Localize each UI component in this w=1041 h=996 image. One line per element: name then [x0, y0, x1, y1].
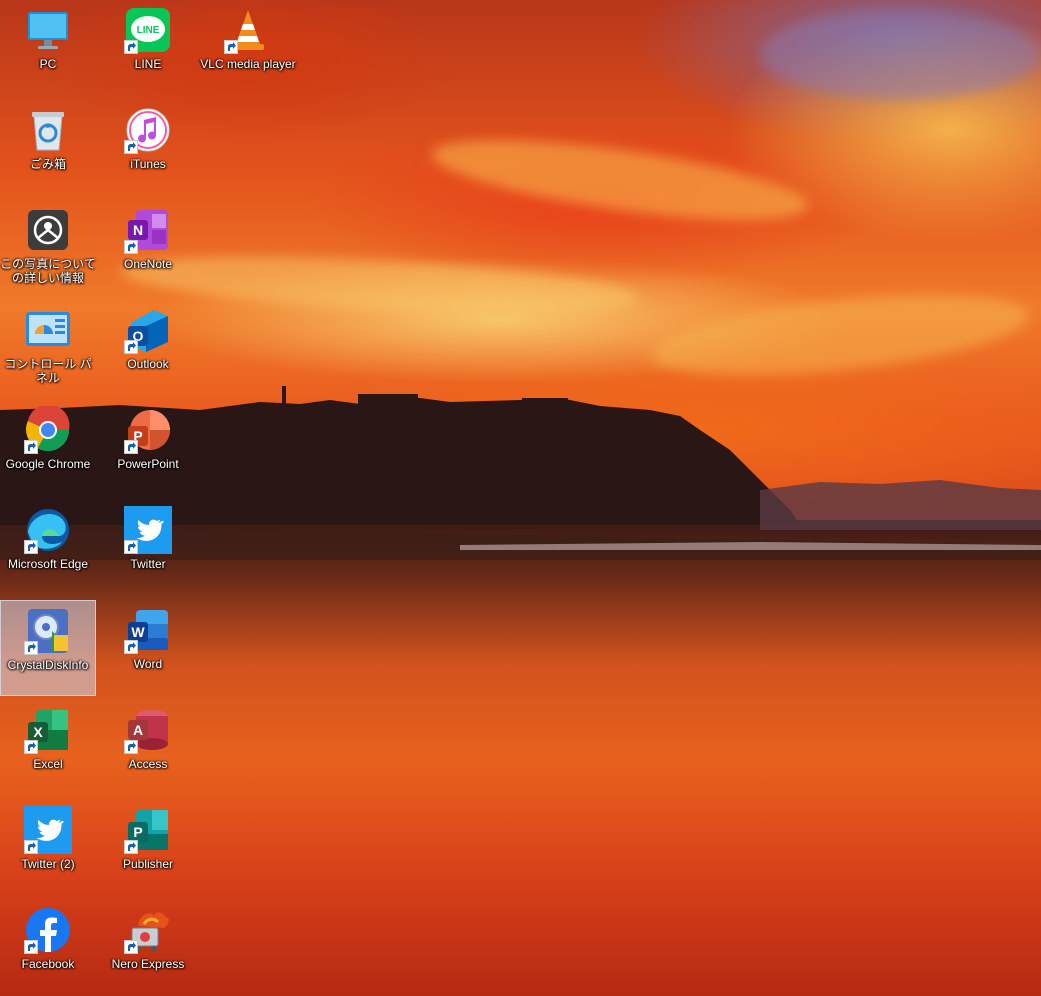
facebook-icon	[24, 906, 72, 954]
shortcut-arrow-icon	[24, 840, 38, 854]
svg-text:A: A	[133, 722, 143, 738]
twitter-icon	[24, 806, 72, 854]
desktop-icon-label: LINE	[134, 57, 162, 71]
desktop-icon-label: OneNote	[123, 257, 173, 271]
desktop-icon-crystaldiskinfo[interactable]: CrystalDiskInfo	[0, 600, 96, 696]
shortcut-arrow-icon	[124, 440, 138, 454]
shortcut-arrow-icon	[124, 40, 138, 54]
desktop-icon-vlc[interactable]: VLC media player	[200, 0, 296, 96]
shortcut-arrow-icon	[124, 240, 138, 254]
onenote-icon: N	[124, 206, 172, 254]
desktop-icon-label: Google Chrome	[5, 457, 91, 471]
monitor-icon	[24, 6, 72, 54]
desktop-icon-access[interactable]: A Access	[100, 700, 196, 796]
desktop-icon-control-panel[interactable]: コントロール パネル	[0, 300, 96, 396]
cloud-streak	[760, 10, 1040, 100]
shortcut-arrow-icon	[24, 940, 38, 954]
svg-text:X: X	[33, 724, 43, 740]
powerpoint-icon: P	[124, 406, 172, 454]
crystaldiskinfo-icon	[24, 607, 72, 655]
word-icon: W	[124, 606, 172, 654]
desktop-icon-itunes[interactable]: iTunes	[100, 100, 196, 196]
desktop-icon-label: iTunes	[130, 157, 166, 171]
desktop-icon-label: Excel	[33, 757, 63, 771]
desktop-icon-label: CrystalDiskInfo	[7, 658, 89, 672]
excel-icon: X	[24, 706, 72, 754]
photo-info-icon	[24, 206, 72, 254]
desktop-icon-label: Access	[128, 757, 168, 771]
control-panel-icon	[24, 306, 72, 354]
desktop-icon-photo-info[interactable]: この写真について の詳しい情報	[0, 200, 96, 296]
desktop-icon-label: Twitter (2)	[21, 857, 75, 871]
svg-text:W: W	[131, 624, 145, 640]
desktop-icon-pc[interactable]: PC	[0, 0, 96, 96]
shortcut-arrow-icon	[124, 940, 138, 954]
edge-icon	[24, 506, 72, 554]
shortcut-arrow-icon	[224, 40, 238, 54]
desktop-icon-label: Facebook	[21, 957, 75, 971]
svg-text:P: P	[133, 824, 142, 840]
svg-text:LINE: LINE	[137, 25, 160, 36]
desktop-icon-line[interactable]: LINE LINE	[100, 0, 196, 96]
svg-text:N: N	[133, 222, 143, 238]
desktop-icon-label: Twitter	[130, 557, 166, 571]
shortcut-arrow-icon	[24, 740, 38, 754]
desktop-icon-onenote[interactable]: N OneNote	[100, 200, 196, 296]
desktop-icon-word[interactable]: W Word	[100, 600, 196, 696]
desktop-icon-label: Publisher	[122, 857, 174, 871]
shortcut-arrow-icon	[24, 641, 38, 655]
shortcut-arrow-icon	[124, 840, 138, 854]
desktop-icon-powerpoint[interactable]: P PowerPoint	[100, 400, 196, 496]
shortcut-arrow-icon	[124, 640, 138, 654]
access-icon: A	[124, 706, 172, 754]
desktop-icon-edge[interactable]: Microsoft Edge	[0, 500, 96, 596]
desktop-icon-label: VLC media player	[200, 57, 296, 71]
desktop-icon-label: PowerPoint	[117, 457, 179, 471]
desktop-icon-label: Word	[133, 657, 163, 671]
outlook-icon: O	[124, 306, 172, 354]
desktop-icon-label: ごみ箱	[29, 157, 66, 171]
desktop-icon-label: PC	[39, 57, 57, 71]
shortcut-arrow-icon	[124, 340, 138, 354]
desktop-icon-twitter-2[interactable]: Twitter (2)	[0, 800, 96, 896]
desktop-icon-excel[interactable]: X Excel	[0, 700, 96, 796]
shortcut-arrow-icon	[24, 440, 38, 454]
desktop-icon-recycle-bin[interactable]: ごみ箱	[0, 100, 96, 196]
desktop-icon-label: Nero Express	[111, 957, 185, 971]
publisher-icon: P	[124, 806, 172, 854]
nero-express-icon	[124, 906, 172, 954]
shortcut-arrow-icon	[124, 740, 138, 754]
twitter-icon	[124, 506, 172, 554]
desktop-icon-label: この写真について の詳しい情報	[0, 257, 96, 285]
desktop-icon-outlook[interactable]: O Outlook	[100, 300, 196, 396]
shortcut-arrow-icon	[124, 140, 138, 154]
shortcut-arrow-icon	[124, 540, 138, 554]
desktop-icon-twitter[interactable]: Twitter	[100, 500, 196, 596]
desktop-icon-nero-express[interactable]: Nero Express	[100, 900, 196, 996]
chrome-icon	[24, 406, 72, 454]
desktop-icon-publisher[interactable]: P Publisher	[100, 800, 196, 896]
vlc-cone-icon	[224, 6, 272, 54]
line-app-icon: LINE	[124, 6, 172, 54]
recycle-bin-icon	[24, 106, 72, 154]
desktop-icon-label: Microsoft Edge	[7, 557, 89, 571]
desktop-icon-label: コントロール パネル	[4, 357, 92, 385]
desktop-icon-chrome[interactable]: Google Chrome	[0, 400, 96, 496]
desktop-icon-label: Outlook	[127, 357, 169, 371]
shortcut-arrow-icon	[24, 540, 38, 554]
itunes-icon	[124, 106, 172, 154]
desktop-icon-facebook[interactable]: Facebook	[0, 900, 96, 996]
